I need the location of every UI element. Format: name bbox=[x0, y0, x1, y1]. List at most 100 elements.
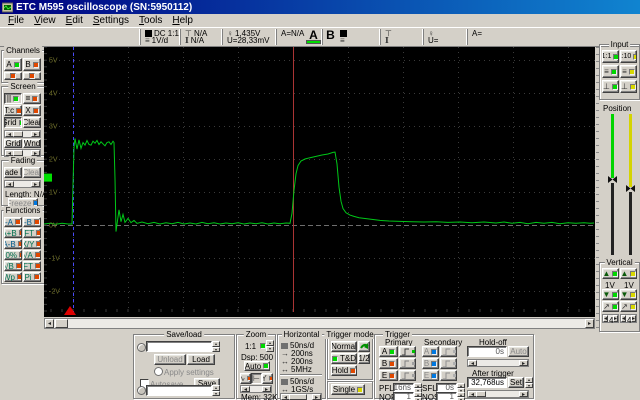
nop-field[interactable]: 1 bbox=[393, 392, 414, 400]
data-file-input[interactable] bbox=[146, 385, 212, 396]
data-dial-icon[interactable] bbox=[137, 386, 146, 395]
menu-settings[interactable]: Settings bbox=[88, 15, 134, 26]
unload-button[interactable]: Unload bbox=[154, 354, 186, 365]
sfl-spinner[interactable]: ▴ ▾ bbox=[457, 383, 465, 393]
after-trigger-field[interactable]: 32,768us bbox=[467, 377, 507, 388]
vertical-b-autofit-button[interactable]: ↗ bbox=[620, 301, 637, 312]
zoom-scrollbar[interactable]: ◂ ▸ bbox=[240, 385, 272, 393]
screen-grid-button[interactable]: Grid bbox=[4, 117, 22, 128]
apply-settings-radio[interactable] bbox=[154, 367, 163, 376]
fading-scrollbar[interactable]: ◂ ▸ bbox=[4, 180, 41, 188]
settings-dial-icon[interactable] bbox=[137, 343, 146, 352]
settings-file-spinner[interactable]: ▴ ▾ bbox=[212, 341, 220, 352]
screen-x-button[interactable]: X bbox=[23, 105, 41, 116]
zoom-wave-left-button[interactable]: ∿ bbox=[240, 373, 251, 384]
function-sqrt-a-button[interactable]: √A bbox=[23, 250, 41, 260]
function-sqrt-b-button[interactable]: √B bbox=[4, 261, 22, 271]
trigger-secondary-b-button[interactable]: B bbox=[422, 358, 439, 369]
function-a-minus-b-button[interactable]: A-B bbox=[4, 239, 22, 249]
settings-file-input[interactable] bbox=[146, 341, 212, 352]
vertical-b-step-spinner[interactable]: ◂ 4 ▸ bbox=[620, 314, 637, 325]
trigger-secondary-e-edge-button[interactable] bbox=[440, 370, 457, 381]
screen-grid-scrollbar[interactable]: ◂ ▸ bbox=[4, 130, 41, 138]
vertical-a-autofit-button[interactable]: ↗ bbox=[602, 301, 619, 312]
pfl-spinner[interactable]: ▴ ▾ bbox=[414, 383, 422, 393]
trigger-secondary-a-edge-button[interactable] bbox=[440, 346, 457, 357]
plot-scroll-thumb[interactable] bbox=[55, 319, 68, 328]
input-a-coupling-button[interactable]: ≡ bbox=[602, 65, 619, 78]
fade-button[interactable]: Fade bbox=[4, 167, 22, 178]
screen-tc-button[interactable]: T:c bbox=[4, 105, 22, 116]
input-b-ground-button[interactable]: ⊥ bbox=[620, 80, 637, 93]
sfl-field[interactable]: 0s bbox=[436, 383, 457, 392]
load-button[interactable]: Load bbox=[187, 354, 215, 365]
function-pi-button[interactable]: Pi bbox=[23, 272, 41, 282]
trigger-single-button[interactable]: Single bbox=[331, 384, 365, 395]
vertical-a-up-button[interactable]: ▲ bbox=[602, 268, 619, 279]
trigger-primary-e-button[interactable]: E bbox=[379, 370, 398, 381]
vertical-b-down-button[interactable]: ▼ bbox=[620, 289, 637, 300]
trigger-primary-b-button[interactable]: B bbox=[379, 358, 398, 369]
after-trigger-spinner[interactable]: ▴ ▾ bbox=[525, 377, 533, 388]
screen-window-button[interactable]: Wnd bbox=[23, 139, 41, 148]
input-b-coupling-button[interactable]: ≡ bbox=[620, 65, 637, 78]
holdoff-auto-button[interactable]: Auto bbox=[508, 346, 529, 357]
screen-pause-button[interactable]: || bbox=[4, 93, 22, 104]
function-wp-button[interactable]: Wp bbox=[4, 272, 22, 282]
function-ft-button[interactable]: FT bbox=[23, 261, 41, 271]
trigger-primary-a-edge-button[interactable] bbox=[399, 346, 416, 357]
menu-edit[interactable]: Edit bbox=[61, 15, 88, 26]
nos-spinner[interactable]: ▴ ▾ bbox=[457, 392, 465, 400]
plot-scroll-right-arrow[interactable]: ▸ bbox=[585, 319, 594, 328]
trigger-secondary-b-edge-button[interactable] bbox=[440, 358, 457, 369]
function-neg-a-button[interactable]: -A bbox=[4, 217, 22, 227]
trigger-half-button[interactable]: 1/2 bbox=[358, 353, 370, 364]
zoom-auto-button[interactable]: Auto bbox=[244, 361, 270, 371]
input-b-1to10-button[interactable]: 1:10 bbox=[620, 50, 637, 63]
menu-tools[interactable]: Tools bbox=[134, 15, 167, 26]
zoom-wave-center-button[interactable]: ⊢ bbox=[251, 373, 262, 384]
vertical-b-up-button[interactable]: ▲ bbox=[620, 268, 637, 279]
fade-clear-button[interactable]: Clear bbox=[23, 167, 41, 178]
plot-scroll-left-arrow[interactable]: ◂ bbox=[45, 319, 54, 328]
zoom-ratio-spinner[interactable]: ▴ ▾ bbox=[266, 340, 274, 352]
menu-file[interactable]: File bbox=[3, 15, 29, 26]
function-80pct-button[interactable]: 80% bbox=[4, 250, 22, 260]
screen-grid-mode-button[interactable]: Grid bbox=[4, 139, 22, 148]
holdoff-scrollbar[interactable]: ◂ ▸ bbox=[467, 359, 529, 367]
apply-settings-label[interactable]: Apply settings bbox=[164, 368, 214, 377]
channel-a-option-button[interactable] bbox=[4, 72, 22, 80]
channel-b-option-button[interactable] bbox=[23, 72, 41, 80]
vertical-a-step-spinner[interactable]: ◂ 4 ▸ bbox=[602, 314, 619, 325]
trigger-primary-b-edge-button[interactable] bbox=[399, 358, 416, 369]
horizontal-scrollbar[interactable]: ◂ ▸ bbox=[280, 393, 322, 400]
nos-field[interactable]: 1 bbox=[436, 392, 457, 400]
input-a-ground-button[interactable]: ⊥ bbox=[602, 80, 619, 93]
pfl-field[interactable]: 16ns bbox=[393, 383, 414, 392]
function-xy-button[interactable]: X/Y bbox=[23, 239, 41, 249]
trigger-td-button[interactable]: T&D bbox=[331, 353, 357, 364]
channel-a-button[interactable]: A bbox=[4, 58, 22, 71]
vertical-a-down-button[interactable]: ▼ bbox=[602, 289, 619, 300]
plot-scrollbar[interactable]: ◂ ▸ bbox=[44, 318, 595, 329]
function-neg-b-button[interactable]: -B bbox=[23, 217, 41, 227]
trigger-secondary-e-button[interactable]: E bbox=[422, 370, 439, 381]
after-trigger-set-button[interactable]: Set bbox=[508, 377, 524, 388]
waveform-display[interactable]: 5V 4V 3V 2V 1V 0V -1V -2V bbox=[44, 47, 595, 317]
menu-help[interactable]: Help bbox=[167, 15, 198, 26]
after-trigger-scrollbar[interactable]: ◂ ▸ bbox=[467, 390, 529, 398]
holdoff-field[interactable]: 0s bbox=[467, 346, 507, 357]
zoom-wave-right-button[interactable]: Y bbox=[262, 373, 273, 384]
menu-view[interactable]: View bbox=[29, 15, 61, 26]
screen-clear-button[interactable]: Clear bbox=[23, 117, 41, 128]
trigger-run-button[interactable] bbox=[358, 341, 370, 352]
nop-spinner[interactable]: ▴ ▾ bbox=[414, 392, 422, 400]
trigger-primary-a-button[interactable]: A bbox=[379, 346, 398, 357]
trigger-hold-button[interactable]: Hold bbox=[331, 365, 357, 376]
trigger-secondary-a-button[interactable]: A bbox=[422, 346, 439, 357]
function-ift-button[interactable]: IFT bbox=[23, 228, 41, 238]
trigger-normal-button[interactable]: Normal bbox=[331, 341, 357, 352]
input-a-1to1-button[interactable]: 1:1 bbox=[602, 50, 619, 63]
channel-b-button[interactable]: B bbox=[23, 58, 41, 71]
trigger-primary-e-edge-button[interactable] bbox=[399, 370, 416, 381]
